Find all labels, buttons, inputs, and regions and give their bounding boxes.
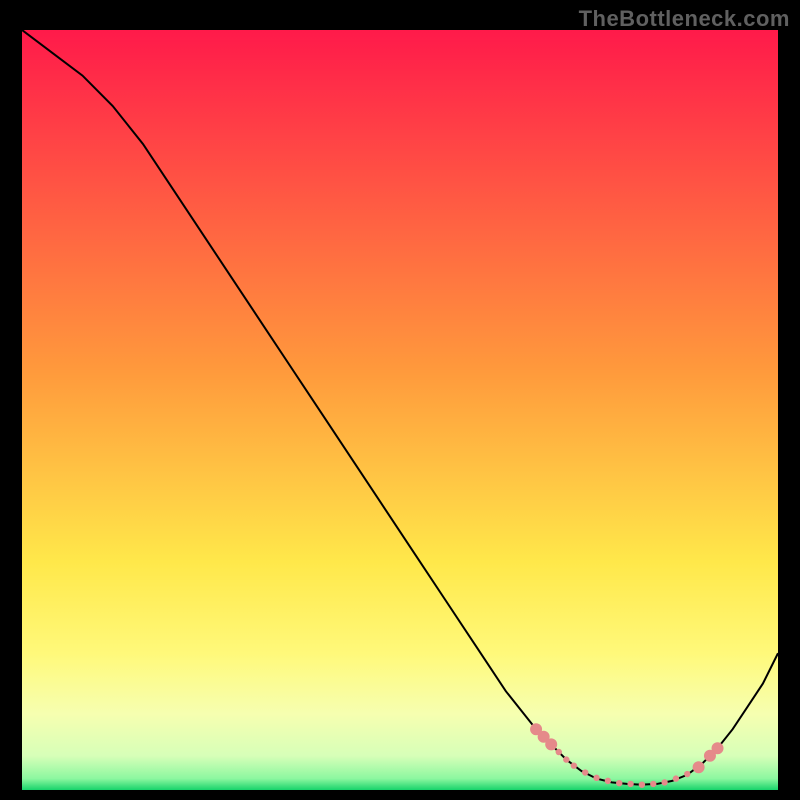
plot-area	[22, 30, 778, 790]
marker-point	[650, 781, 656, 787]
marker-point	[661, 779, 667, 785]
marker-point	[563, 756, 569, 762]
marker-point	[605, 778, 611, 784]
marker-point	[593, 775, 599, 781]
marker-point	[556, 749, 562, 755]
marker-point	[684, 771, 690, 777]
gradient-background	[22, 30, 778, 790]
marker-point	[616, 780, 622, 786]
marker-point	[639, 781, 645, 787]
marker-point	[545, 738, 557, 750]
marker-point	[627, 781, 633, 787]
chart-frame: TheBottleneck.com	[0, 0, 800, 800]
chart-svg	[22, 30, 778, 790]
marker-point	[673, 775, 679, 781]
marker-point	[582, 769, 588, 775]
watermark-text: TheBottleneck.com	[579, 6, 790, 32]
marker-point	[712, 742, 724, 754]
marker-point	[693, 761, 705, 773]
marker-point	[571, 762, 577, 768]
